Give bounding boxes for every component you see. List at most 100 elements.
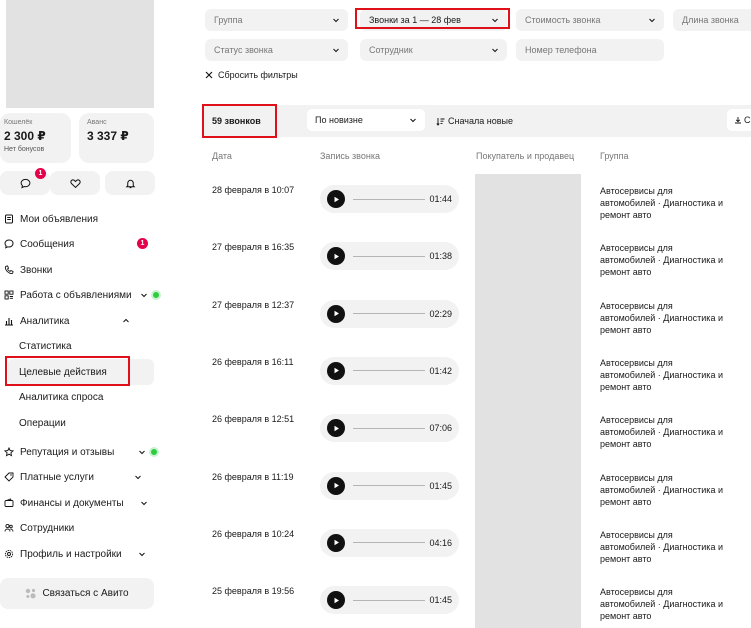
period-filter[interactable]: Звонки за 1 — 28 фев	[360, 9, 507, 31]
sort-newest-label: Сначала новые	[448, 116, 513, 126]
play-button[interactable]	[327, 419, 345, 438]
call-duration: 02:29	[429, 308, 452, 319]
play-icon	[334, 368, 339, 374]
play-button[interactable]	[327, 361, 345, 380]
chevron-down-icon	[332, 16, 340, 24]
nav-employees[interactable]: Сотрудники	[0, 518, 74, 538]
play-icon	[334, 253, 339, 259]
nav-statistics[interactable]: Статистика	[19, 336, 72, 356]
column-header-date: Дата	[212, 151, 232, 161]
audio-progress-track[interactable]	[353, 370, 425, 372]
play-button[interactable]	[327, 476, 345, 495]
reset-filters-button[interactable]: Сбросить фильтры	[205, 70, 298, 80]
nav-work-with-ads[interactable]: Работа с объявлениями	[0, 285, 161, 305]
heart-icon	[69, 178, 81, 189]
nav-calls[interactable]: Звонки	[0, 260, 52, 280]
nav-target-actions[interactable]: Целевые действия	[19, 362, 107, 382]
sort-newest-button[interactable]: Сначала новые	[436, 116, 513, 126]
chevron-down-icon	[332, 46, 340, 54]
call-date: 26 февраля в 12:51	[212, 414, 295, 425]
nav-reputation-label: Репутация и отзывы	[20, 446, 115, 458]
audio-player[interactable]: 07:06	[320, 414, 459, 443]
play-icon	[334, 425, 339, 431]
audio-player[interactable]: 01:42	[320, 356, 459, 385]
close-icon	[205, 71, 218, 79]
download-icon	[734, 116, 744, 124]
phone-icon	[3, 264, 15, 276]
nav-analytics[interactable]: Аналитика	[0, 311, 130, 331]
export-button[interactable]: С	[727, 109, 751, 131]
nav-messages[interactable]: Сообщения	[0, 234, 74, 254]
phone-input[interactable]: Номер телефона	[516, 39, 664, 61]
play-button[interactable]	[327, 304, 345, 323]
play-icon	[334, 196, 339, 202]
nav-paid-services[interactable]: Платные услуги	[0, 467, 142, 487]
audio-progress-track[interactable]	[353, 427, 425, 429]
call-row: 26 февраля в 11:19 01:45 Автосервисы для а…	[202, 461, 751, 518]
call-duration: 01:38	[429, 251, 452, 262]
call-date: 26 февраля в 16:11	[212, 356, 294, 367]
audio-progress-track[interactable]	[353, 198, 425, 200]
nav-finance-label: Финансы и документы	[20, 497, 124, 509]
call-group: Автосервисы для автомобилей · Диагностик…	[600, 472, 723, 507]
contact-avito-label: Связаться с Авито	[42, 588, 129, 599]
advance-card[interactable]: Аванс 3 337 ₽	[79, 113, 154, 163]
audio-player[interactable]: 01:44	[320, 185, 459, 213]
employee-filter[interactable]: Сотрудник	[360, 39, 507, 61]
nav-reputation[interactable]: Репутация и отзывы	[0, 442, 160, 462]
call-group: Автосервисы для автомобилей · Диагностик…	[600, 415, 723, 450]
nav-finance[interactable]: Финансы и документы	[0, 493, 148, 513]
audio-progress-track[interactable]	[353, 313, 425, 315]
chat-bubble-icon	[20, 178, 31, 189]
nav-profile[interactable]: Профиль и настройки	[0, 544, 146, 564]
advance-label: Аванс	[87, 119, 107, 126]
wallet-card[interactable]: Кошелёк 2 300 ₽ Нет бонусов	[0, 113, 71, 163]
call-row: 26 февраля в 16:11 01:42 Автосервисы для а…	[202, 346, 751, 403]
call-duration: 01:44	[429, 194, 452, 204]
call-group: Автосервисы для автомобилей · Диагностик…	[600, 300, 723, 335]
play-button[interactable]	[327, 533, 345, 552]
call-cost-filter[interactable]: Стоимость звонка	[516, 9, 664, 31]
contact-avito-button[interactable]: Связаться с Авито	[0, 578, 154, 609]
call-date: 26 февраля в 11:19	[212, 471, 294, 482]
call-row: 26 февраля в 12:51 07:06 Автосервисы для а…	[202, 403, 751, 460]
play-button[interactable]	[327, 190, 345, 208]
notifications-button[interactable]	[105, 171, 155, 195]
call-row: 27 февраля в 12:37 02:29 Автосервисы для а…	[202, 289, 751, 346]
chevron-down-icon	[409, 116, 417, 124]
audio-player[interactable]: 04:16	[320, 528, 459, 557]
favorites-button[interactable]	[50, 171, 100, 195]
audio-progress-track[interactable]	[353, 255, 425, 257]
nav-my-ads[interactable]: Мои объявления	[0, 209, 98, 229]
call-row: 28 февраля в 10:07 01:44 Автосервисы для а…	[202, 174, 751, 231]
audio-player[interactable]: 01:38	[320, 242, 459, 271]
nav-work-with-ads-label: Работа с объявлениями	[20, 289, 132, 301]
audio-player[interactable]: 02:29	[320, 299, 459, 328]
call-length-filter[interactable]: Длина звонка	[673, 9, 751, 31]
chevron-down-icon	[648, 16, 656, 24]
audio-progress-track[interactable]	[353, 599, 425, 601]
nav-operations[interactable]: Операции	[19, 413, 66, 433]
employee-filter-label: Сотрудник	[369, 45, 413, 55]
nav-employees-label: Сотрудники	[20, 522, 75, 534]
group-filter[interactable]: Группа	[205, 9, 348, 31]
chevron-down-icon	[138, 550, 146, 558]
call-date: 27 февраля в 12:37	[212, 299, 295, 310]
call-duration: 01:42	[429, 365, 452, 376]
audio-player[interactable]: 01:45	[320, 471, 459, 500]
play-button[interactable]	[327, 247, 345, 266]
call-duration: 04:16	[429, 537, 452, 548]
chat-badge: 1	[35, 168, 46, 179]
call-duration: 01:45	[429, 595, 452, 606]
call-status-filter[interactable]: Статус звонка	[205, 39, 348, 61]
audio-progress-track[interactable]	[353, 485, 425, 486]
call-group: Автосервисы для автомобилей · Диагностик…	[600, 186, 723, 220]
sort-select[interactable]: По новизне	[307, 109, 425, 131]
play-button[interactable]	[327, 591, 345, 610]
call-date: 27 февраля в 16:35	[212, 242, 295, 253]
chevron-up-icon	[122, 317, 130, 325]
nav-demand-analytics[interactable]: Аналитика спроса	[19, 387, 103, 407]
audio-player[interactable]: 01:45	[320, 586, 459, 615]
call-duration: 01:45	[429, 480, 452, 491]
audio-progress-track[interactable]	[353, 542, 425, 544]
